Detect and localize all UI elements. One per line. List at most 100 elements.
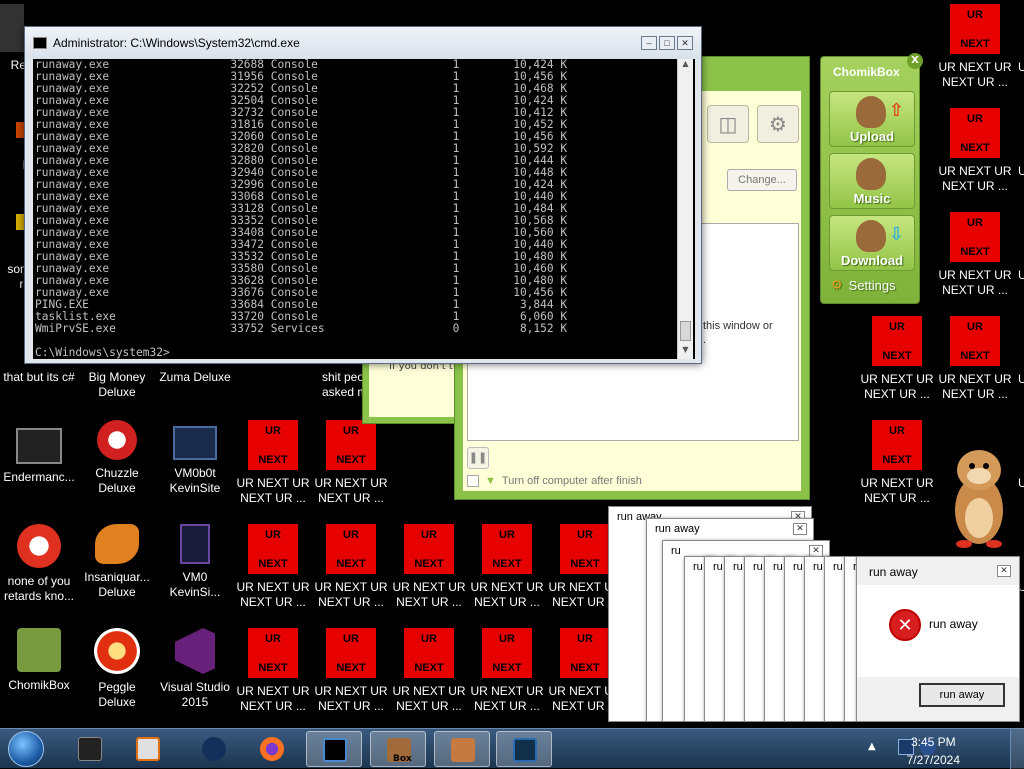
runaway-dialog[interactable]: run away ✕ ✕ run away run away: [856, 556, 1020, 722]
music-button[interactable]: Music: [829, 153, 915, 209]
scroll-down-icon[interactable]: ▼: [678, 345, 693, 359]
ur-next-icon[interactable]: UR NEXT UR NEXT UR NEXT UR ...: [858, 316, 936, 420]
ur-next-image: UR NEXT: [404, 524, 454, 574]
close-button[interactable]: ✕: [677, 36, 693, 50]
taskbar-item-cmd[interactable]: [306, 731, 362, 767]
error-icon: ✕: [889, 609, 921, 641]
next-text: NEXT: [336, 558, 366, 570]
chevron-down-icon: ▼: [485, 475, 496, 487]
ur-next-icon[interactable]: UR NEXT UR NEXT UR NEXT UR ...: [936, 316, 1014, 420]
clock[interactable]: 3:45 PM 7/27/2024: [907, 735, 960, 767]
ur-next-icon[interactable]: UR NEXT UR NEXT UR NEXT UR ...: [936, 212, 1014, 316]
desktop-icon-label: UR NEXT UR NEXT UR ...: [236, 684, 310, 713]
desktop-icon-vm0[interactable]: VM0 KevinSi...: [156, 524, 234, 628]
gear-icon: ⚙: [769, 112, 787, 136]
ur-next-image: UR NEXT: [560, 628, 610, 678]
close-icon[interactable]: X: [907, 53, 923, 69]
ur-text: UR: [499, 633, 515, 645]
change-button[interactable]: Change...: [727, 169, 797, 191]
console-output[interactable]: runaway.exe 32688 Console 1 10,424 K run…: [33, 59, 695, 359]
ur-next-icon[interactable]: UR NEXT UR NEXT UR NEXT UR ...: [468, 628, 546, 728]
pause-icon: ❚❚: [468, 451, 488, 464]
desktop-icon-label: Chuzzle Deluxe: [95, 466, 139, 495]
ur-next-icon[interactable]: UR NEXT UR NEXT UR NEXT UR ...: [234, 524, 312, 628]
desktop-icon-label: UR NEXT UR NEXT UR ...: [938, 268, 1012, 297]
turn-off-checkbox[interactable]: [467, 475, 479, 487]
media-player-icon: [136, 737, 160, 761]
ur-next-image: UR NEXT: [872, 420, 922, 470]
desktop-icon-label: U: [1018, 372, 1024, 386]
taskbar-item-chomik-upload[interactable]: [434, 731, 490, 767]
desktop-icon-label: U: [1018, 268, 1024, 282]
pause-button[interactable]: ❚❚: [467, 447, 489, 469]
ur-next-icon[interactable]: UR NEXT UR NEXT UR NEXT UR ...: [390, 628, 468, 728]
desktop-icon-peggle[interactable]: Peggle Deluxe: [78, 628, 156, 728]
desktop-icon-vm0b0t[interactable]: VM0b0t KevinSite: [156, 420, 234, 524]
scroll-up-icon[interactable]: ▲: [678, 59, 693, 73]
start-button[interactable]: [8, 731, 44, 767]
desktop-icon-visual-studio[interactable]: Visual Studio 2015: [156, 628, 234, 728]
upload-button[interactable]: ⇧ Upload: [829, 91, 915, 147]
ur-next-image: UR NEXT: [950, 4, 1000, 54]
dialog-title: ru: [713, 561, 723, 573]
taskbar-item-firefox[interactable]: [244, 731, 300, 767]
ur-next-image: UR NEXT: [950, 212, 1000, 262]
desktop-icon-label: UR NEXT UR NEXT UR ...: [938, 164, 1012, 193]
ur-next-icon[interactable]: UR NEXT UR NEXT UR NEXT UR ...: [312, 524, 390, 628]
desktop-icon-insaniquarium[interactable]: Insaniquar... Deluxe: [78, 524, 156, 628]
cmd-title: Administrator: C:\Windows\System32\cmd.e…: [53, 36, 300, 50]
desktop-icon-chuzzle[interactable]: Chuzzle Deluxe: [78, 420, 156, 524]
next-text: NEXT: [258, 558, 288, 570]
desktop-icon-label: UR NEXT UR NEXT UR ...: [314, 684, 388, 713]
next-text: NEXT: [960, 350, 990, 362]
add-file-button[interactable]: ◫: [707, 105, 749, 143]
desktop-icon-endermanch[interactable]: Endermanc...: [0, 420, 78, 524]
hamster-icon: [856, 96, 886, 128]
show-hidden-icons-icon[interactable]: ▲: [868, 741, 884, 757]
download-button[interactable]: ⇩ Download: [829, 215, 915, 271]
ur-next-icon[interactable]: UR NEXT UR NEXT UR NEXT UR ...: [234, 628, 312, 728]
ur-next-icon[interactable]: UR NEXT UR NEXT UR NEXT UR ...: [936, 4, 1014, 108]
dialog-title: ru: [833, 561, 843, 573]
ur-next-image: UR NEXT: [248, 420, 298, 470]
settings-link[interactable]: ⚙ Settings: [831, 277, 896, 293]
close-button[interactable]: ✕: [793, 523, 807, 535]
next-text: NEXT: [570, 662, 600, 674]
desktop-icon-label: U: [1018, 60, 1024, 74]
chomikbox-side-panel: ChomikBox X ⇧ Upload Music ⇩ Download ⚙ …: [820, 53, 923, 304]
ur-next-icon[interactable]: UR NEXT UR NEXT UR NEXT UR ...: [936, 108, 1014, 212]
ur-next-icon[interactable]: UR NEXT UR NEXT UR NEXT UR ...: [468, 524, 546, 628]
taskbar-item-terminal[interactable]: [62, 731, 118, 767]
turn-off-row[interactable]: ▼ Turn off computer after finish: [467, 475, 642, 487]
ur-next-image: UR NEXT: [326, 420, 376, 470]
ur-next-image: UR NEXT: [560, 524, 610, 574]
cmd-titlebar[interactable]: Administrator: C:\Windows\System32\cmd.e…: [25, 27, 701, 59]
run-away-button[interactable]: run away: [919, 683, 1005, 707]
ur-next-image: UR NEXT: [950, 316, 1000, 366]
ur-next-icon[interactable]: UR NEXT UR NEXT UR NEXT UR ...: [858, 420, 936, 524]
scroll-thumb[interactable]: [680, 321, 691, 341]
vertical-scrollbar[interactable]: ▲ ▼: [677, 59, 693, 359]
taskbar-box-label: Box: [393, 754, 412, 764]
fish-icon: [95, 524, 139, 564]
taskbar-item-window[interactable]: [496, 731, 552, 767]
minimize-button[interactable]: –: [641, 36, 657, 50]
cmd-window[interactable]: Administrator: C:\Windows\System32\cmd.e…: [24, 26, 702, 364]
desktop-icon-chomikbox[interactable]: ChomikBox: [0, 628, 78, 728]
ur-next-icon[interactable]: UR NEXT UR NEXT UR NEXT UR ...: [390, 524, 468, 628]
ur-next-icon[interactable]: UR NEXT UR NEXT UR NEXT UR ...: [312, 628, 390, 728]
ur-next-icon[interactable]: UR NEXT UR NEXT UR NEXT UR ...: [234, 420, 312, 524]
taskbar-item-chomikbox[interactable]: Box: [370, 731, 426, 767]
desktop-icon-none-of-you[interactable]: none of you retards kno...: [0, 524, 78, 628]
terminal-icon: [16, 428, 62, 464]
settings-gear-button[interactable]: ⚙: [757, 105, 799, 143]
ur-next-icon[interactable]: UR NEXT UR NEXT UR NEXT UR ...: [312, 420, 390, 524]
music-label: Music: [853, 191, 891, 206]
taskbar-item-media[interactable]: [120, 731, 176, 767]
close-button[interactable]: ✕: [997, 565, 1011, 577]
maximize-button[interactable]: □: [659, 36, 675, 50]
ur-next-image: UR NEXT: [404, 628, 454, 678]
taskbar-item-network[interactable]: [186, 731, 242, 767]
show-desktop-button[interactable]: [1010, 729, 1024, 769]
desktop-icon-label: UR NEXT UR NEXT UR ...: [938, 60, 1012, 89]
